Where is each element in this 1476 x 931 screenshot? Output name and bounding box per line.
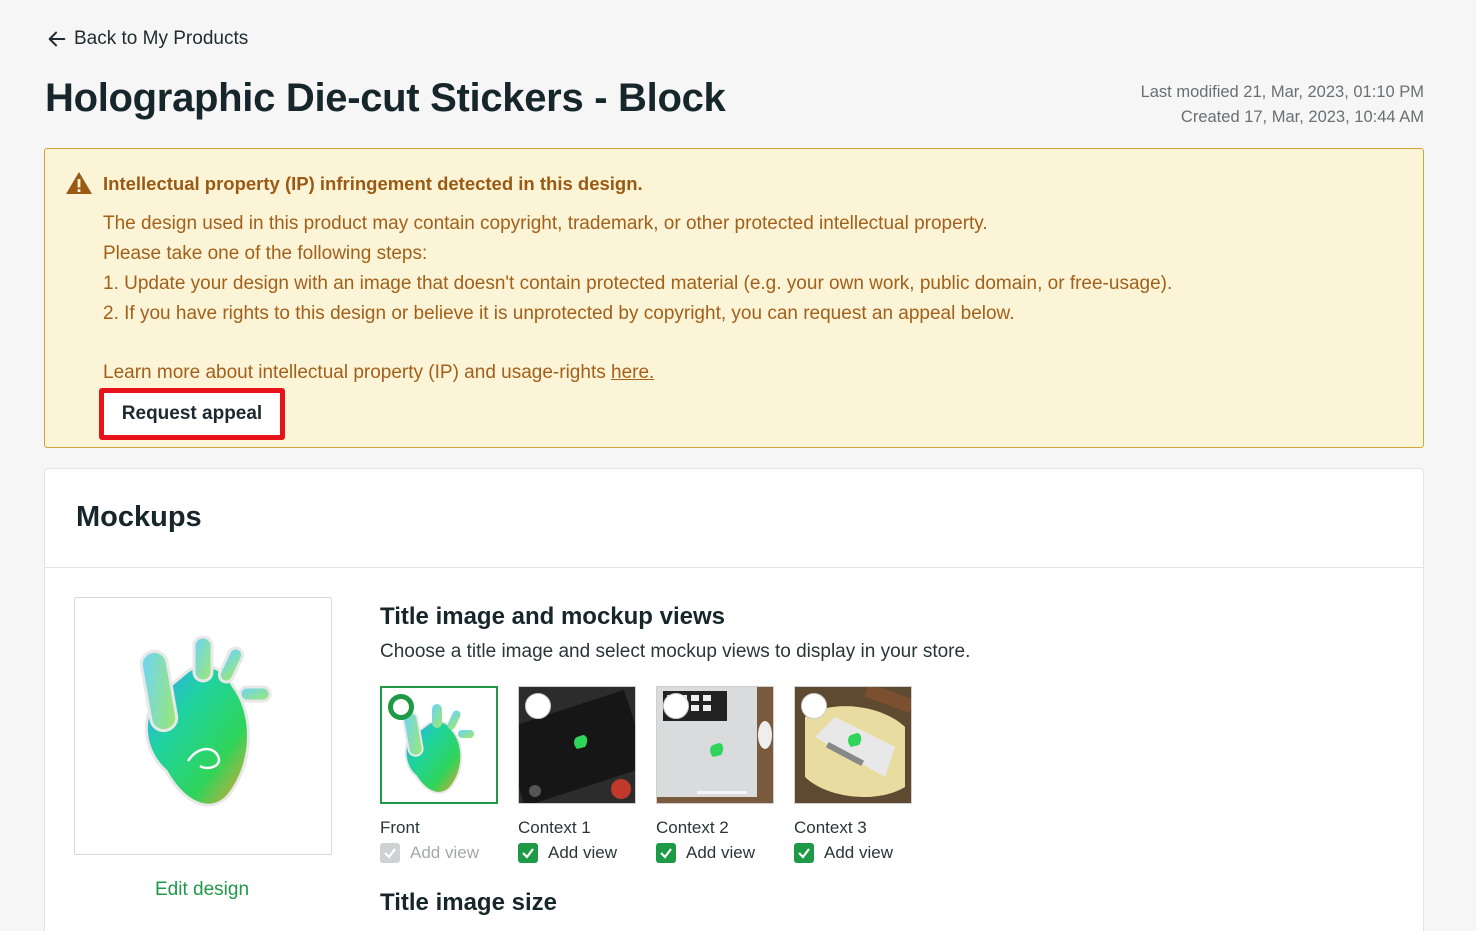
alert-line: 2. If you have rights to this design or … <box>103 303 1015 324</box>
learn-more-label: Learn more about intellectual property (… <box>103 362 611 383</box>
view-label: Context 2 <box>656 818 729 837</box>
product-dates: Last modified 21, Mar, 2023, 01:10 PM Cr… <box>1141 80 1424 130</box>
alert-line: 1. Update your design with an image that… <box>103 273 1173 294</box>
checkbox-checked-icon <box>518 843 538 863</box>
warning-icon <box>66 172 92 194</box>
view-label: Context 3 <box>794 818 867 837</box>
mockup-view-context-1: Context 1 Add view <box>518 686 636 863</box>
last-modified-text: Last modified 21, Mar, 2023, 01:10 PM <box>1140 83 1424 101</box>
edit-design-link[interactable]: Edit design <box>155 879 249 901</box>
add-view-checkbox-front: Add view <box>380 843 498 863</box>
alert-body: The design used in this product may cont… <box>103 209 1172 388</box>
mockup-views-title: Title image and mockup views <box>380 603 725 630</box>
add-view-label: Add view <box>686 843 755 862</box>
add-view-label: Add view <box>824 843 893 862</box>
mockup-thumb-front[interactable] <box>380 686 498 804</box>
sticker-design-image <box>139 635 272 807</box>
title-image-radio-context-3[interactable] <box>801 693 827 719</box>
back-link-label: Back to My Products <box>74 28 249 49</box>
add-view-checkbox-context-2[interactable]: Add view <box>656 843 774 863</box>
mockup-thumb-context-2[interactable] <box>656 686 774 804</box>
created-text: Created 17, Mar, 2023, 10:44 AM <box>1180 108 1424 126</box>
title-image-radio-context-2[interactable] <box>663 693 689 719</box>
title-image-size-heading: Title image size <box>380 889 557 916</box>
mockups-header: Mockups <box>45 469 1423 568</box>
alert-line: Please take one of the following steps: <box>103 243 428 264</box>
checkbox-checked-icon <box>794 843 814 863</box>
mockups-title: Mockups <box>76 501 202 533</box>
back-to-products-link[interactable]: Back to My Products <box>46 28 248 50</box>
arrow-left-icon <box>48 31 66 47</box>
add-view-label: Add view <box>548 843 617 862</box>
request-appeal-button[interactable]: Request appeal <box>104 393 280 435</box>
add-view-label: Add view <box>410 843 479 862</box>
request-appeal-highlight: Request appeal <box>99 388 285 440</box>
checkbox-checked-icon <box>380 843 400 863</box>
mockup-view-context-2: Context 2 Add view <box>656 686 774 863</box>
learn-more-text: Learn more about intellectual property (… <box>103 358 1172 388</box>
add-view-checkbox-context-1[interactable]: Add view <box>518 843 636 863</box>
mockup-view-front: Front Add view <box>380 686 498 863</box>
mockup-views-description: Choose a title image and select mockup v… <box>380 641 971 662</box>
design-preview <box>74 597 332 855</box>
mockups-card: Mockups Edit design Title image and mock… <box>44 468 1424 931</box>
view-label: Front <box>380 818 420 837</box>
learn-more-link[interactable]: here. <box>611 362 654 383</box>
ip-infringement-alert: Intellectual property (IP) infringement … <box>44 148 1424 448</box>
alert-title: Intellectual property (IP) infringement … <box>103 173 643 194</box>
view-label: Context 1 <box>518 818 591 837</box>
alert-line: The design used in this product may cont… <box>103 213 988 234</box>
mockup-view-context-3: Context 3 Add view <box>794 686 912 863</box>
add-view-checkbox-context-3[interactable]: Add view <box>794 843 912 863</box>
mockup-views-list: Front Add view Context 1 Add view Contex… <box>380 686 912 863</box>
title-image-radio-context-1[interactable] <box>525 693 551 719</box>
checkbox-checked-icon <box>656 843 676 863</box>
mockup-thumb-context-3[interactable] <box>794 686 912 804</box>
page-title: Holographic Die-cut Stickers - Block <box>45 76 726 120</box>
title-image-radio-front[interactable] <box>388 694 414 720</box>
mockup-thumb-context-1[interactable] <box>518 686 636 804</box>
